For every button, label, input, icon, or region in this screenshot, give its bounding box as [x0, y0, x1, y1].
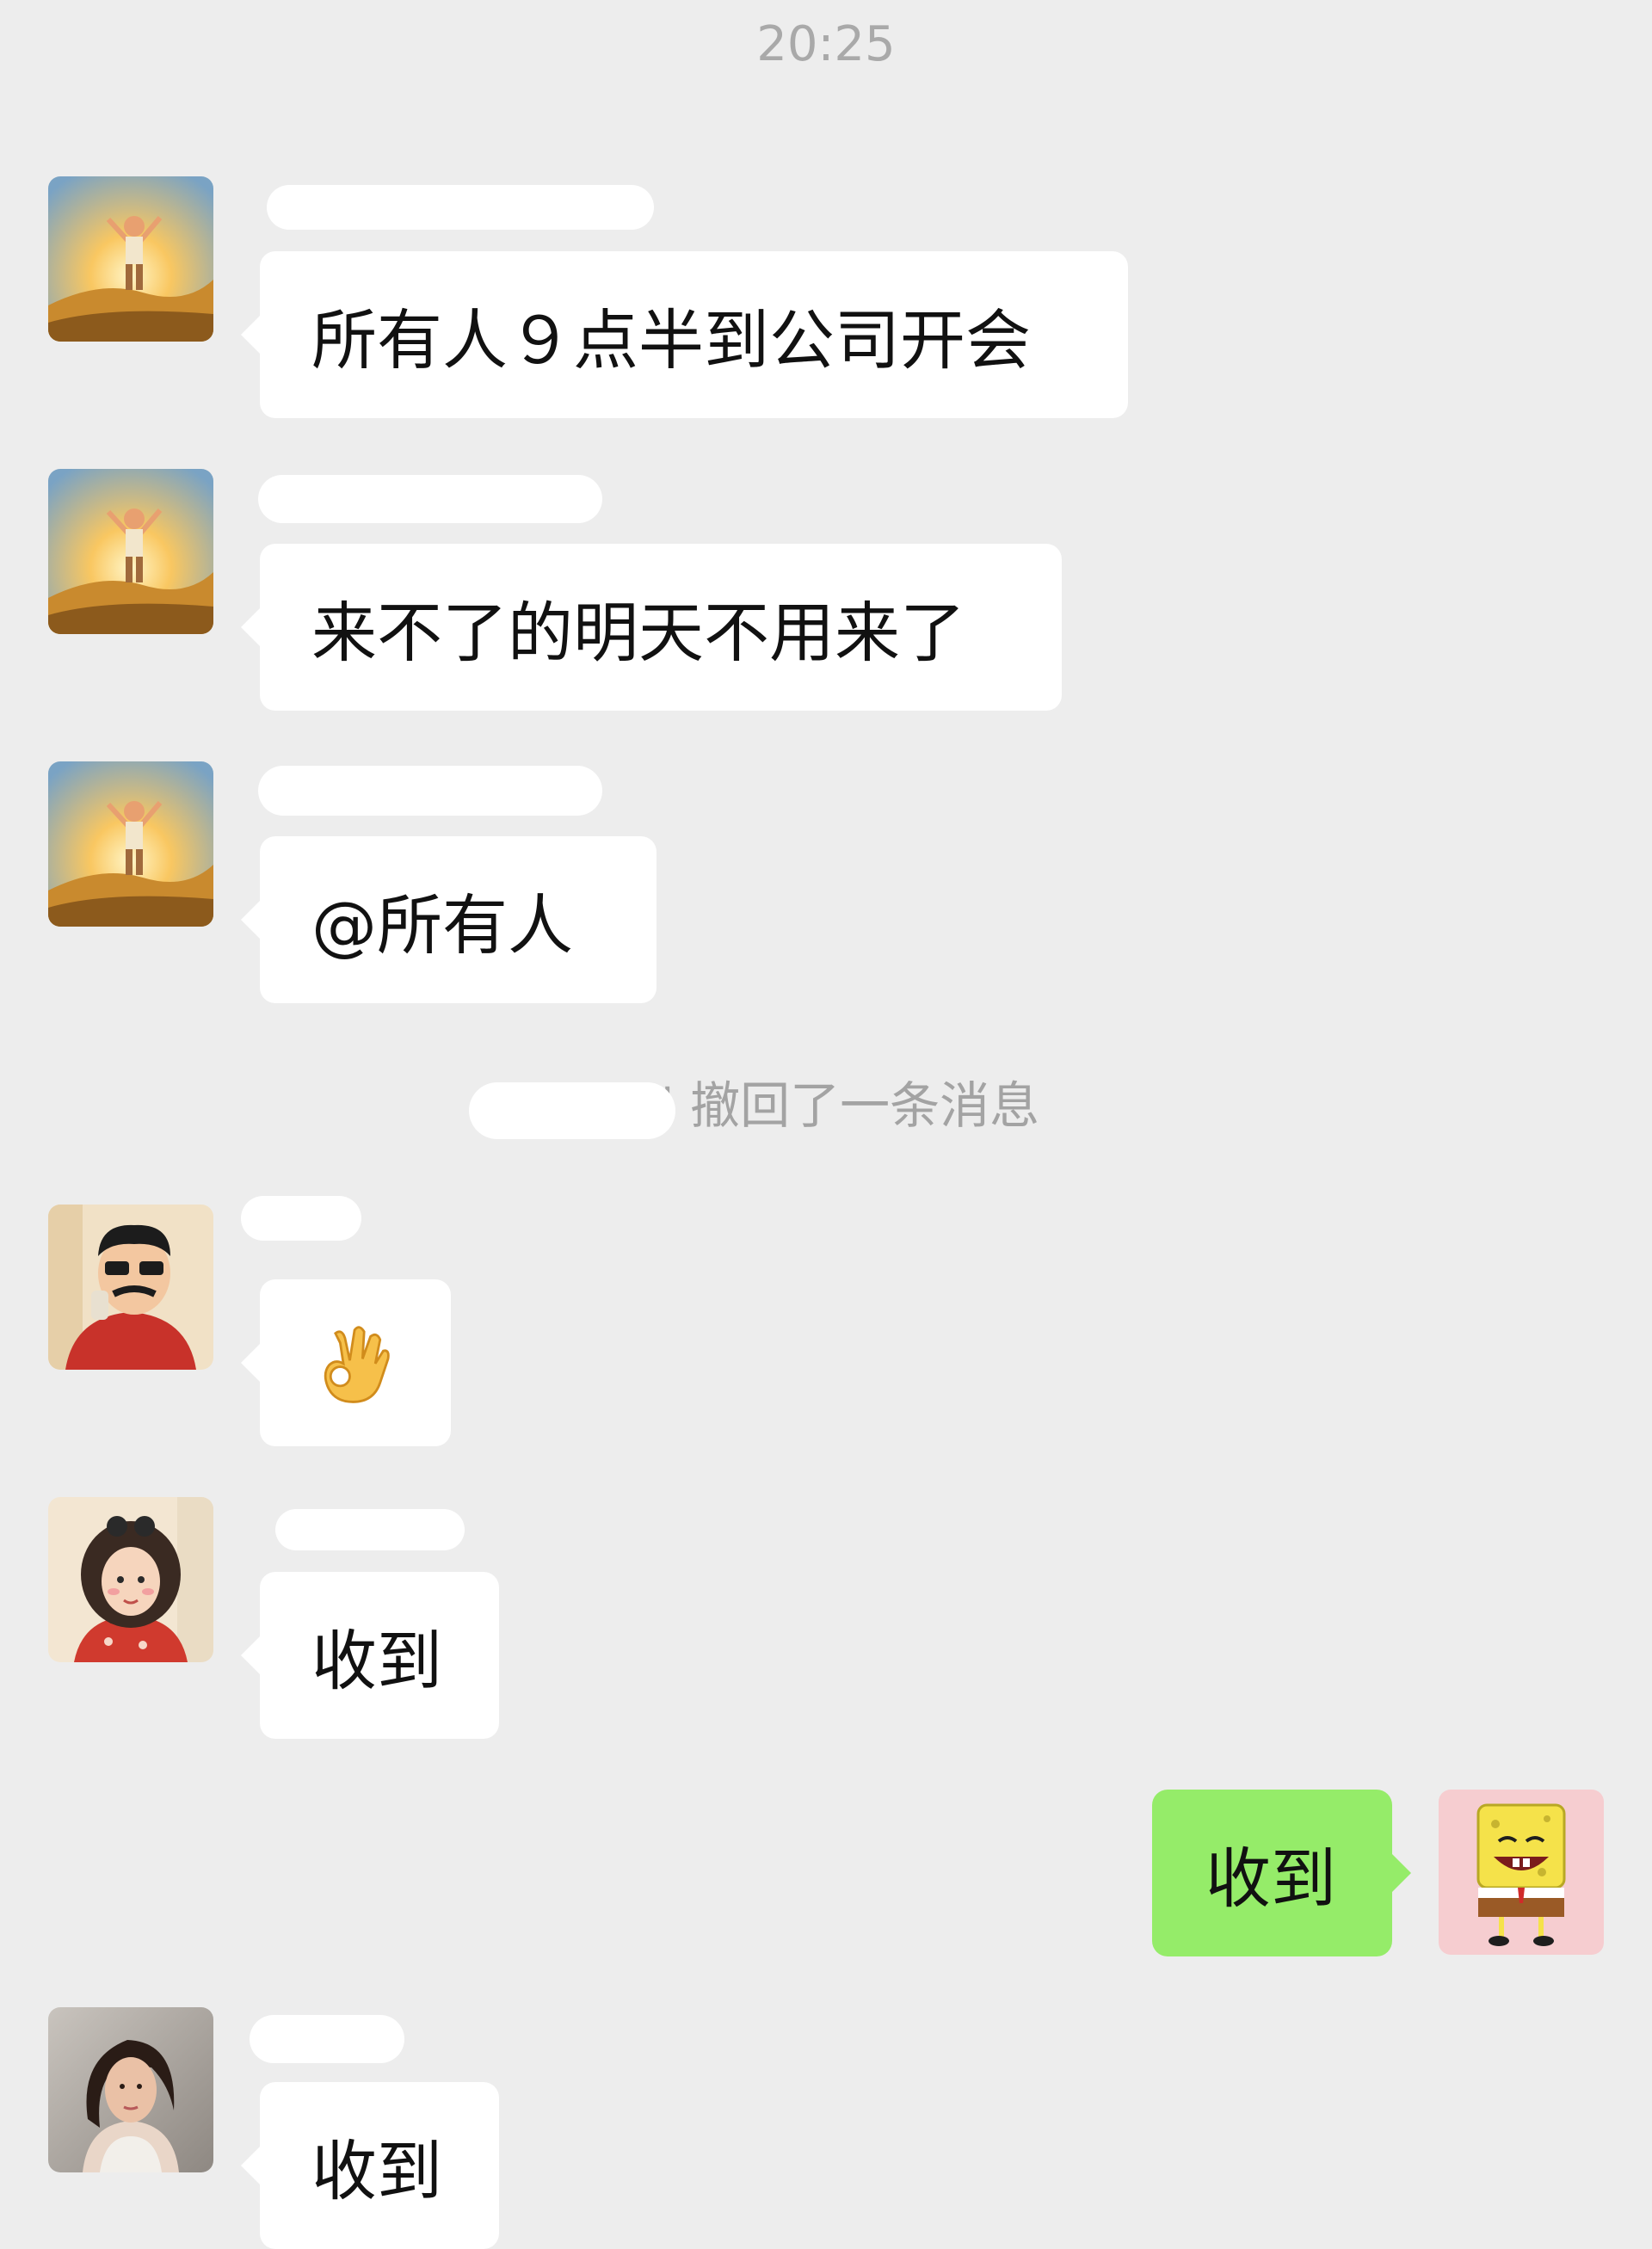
message-text: 收到: [1205, 1840, 1336, 1917]
cartoon-dad-avatar[interactable]: [48, 1205, 213, 1370]
message-text: 所有人９点半到公司开会: [311, 302, 1031, 379]
redaction-smudge: [469, 1082, 675, 1139]
cartoon-dad-icon: [48, 1205, 213, 1370]
sender-name: [258, 181, 671, 234]
boy-sunrise-icon: [48, 469, 213, 634]
photo-woman-avatar[interactable]: [48, 2007, 213, 2172]
sender-name: [258, 473, 671, 527]
boy-sunrise-icon: [48, 761, 213, 927]
cartoon-girl-icon: [48, 1497, 213, 1662]
boy-sunrise-avatar[interactable]: [48, 469, 213, 634]
boy-sunrise-avatar[interactable]: [48, 176, 213, 342]
message-bubble[interactable]: [241, 1279, 451, 1446]
message-bubble[interactable]: 收到: [241, 1572, 499, 1739]
sender-name: [258, 1497, 671, 1550]
message-bubble[interactable]: 收到: [241, 2082, 499, 2249]
ok-hand-icon: [324, 1326, 390, 1403]
sender-name: [241, 1187, 671, 1241]
cartoon-girl-avatar[interactable]: [48, 1497, 213, 1662]
recall-notice: " " 撤回了一条消息: [612, 1076, 1040, 1135]
chat-timestamp: 20:25: [756, 16, 896, 72]
outgoing-message-bubble[interactable]: 收到: [1152, 1790, 1411, 1956]
message-text: 收到: [311, 2133, 442, 2209]
message-bubble[interactable]: 来不了的明天不用来了: [241, 544, 1062, 711]
boy-sunrise-avatar[interactable]: [48, 761, 213, 927]
spongebob-icon: [1439, 1790, 1604, 1955]
message-bubble[interactable]: @所有人: [241, 836, 656, 1003]
boy-sunrise-icon: [48, 176, 213, 342]
message-text: 收到: [311, 1623, 442, 1699]
photo-woman-icon: [48, 2007, 213, 2172]
message-bubble[interactable]: 所有人９点半到公司开会: [241, 251, 1128, 418]
message-text: 来不了的明天不用来了: [311, 595, 965, 671]
spongebob-avatar[interactable]: [1439, 1790, 1604, 1955]
sender-name: [250, 2012, 671, 2065]
message-text: @所有人: [311, 887, 573, 964]
sender-name: [258, 766, 671, 819]
